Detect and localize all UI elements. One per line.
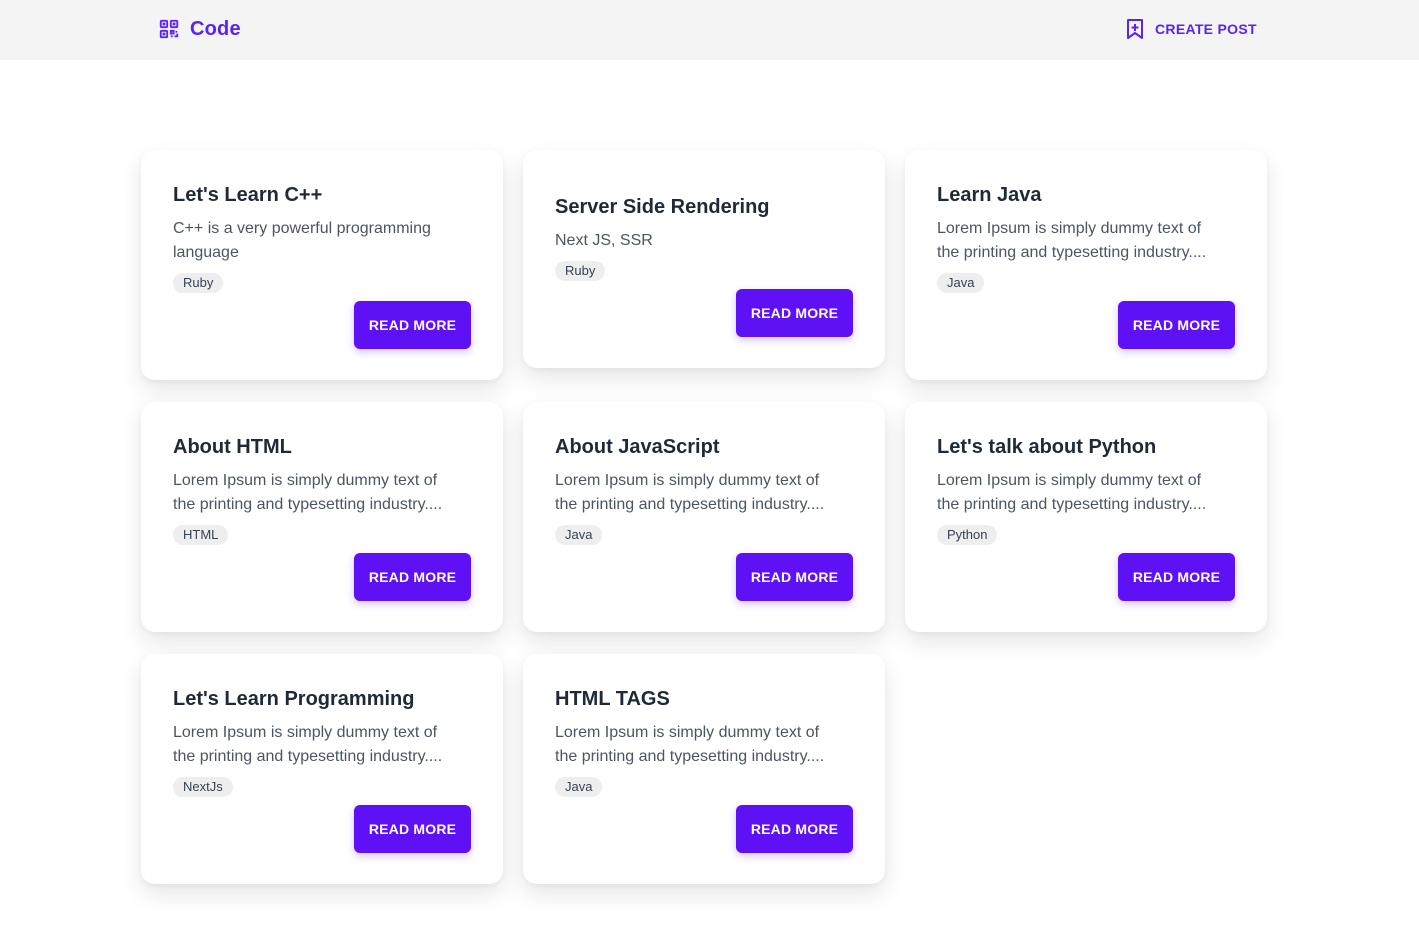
post-description-line: Lorem Ipsum is simply dummy text of <box>937 220 1202 237</box>
post-card: About HTML Lorem Ipsum is simply dummy t… <box>141 402 503 632</box>
post-description-line: the printing and typesetting industry...… <box>937 244 1207 261</box>
post-card: Let's Learn C++ C++ is a very powerful p… <box>141 150 503 380</box>
post-title: Let's talk about Python <box>937 436 1157 458</box>
post-grid: Let's Learn C++ C++ is a very powerful p… <box>0 0 1419 946</box>
post-description: Lorem Ipsum is simply dummy text of the … <box>173 721 473 769</box>
post-card: Server Side Rendering Next JS, SSR Ruby … <box>523 150 885 368</box>
post-description-line: Lorem Ipsum is simply dummy text of <box>555 472 820 489</box>
post-card: Learn Java Lorem Ipsum is simply dummy t… <box>905 150 1267 380</box>
post-tag: Ruby <box>173 273 224 293</box>
read-more-button[interactable]: READ MORE <box>736 805 853 853</box>
post-title: About HTML <box>173 436 292 458</box>
post-description-line: language <box>173 244 239 261</box>
post-title: Let's Learn Programming <box>173 688 415 710</box>
post-card: Let's Learn Programming Lorem Ipsum is s… <box>141 654 503 884</box>
post-description-line: Lorem Ipsum is simply dummy text of <box>937 472 1202 489</box>
post-description-line: the printing and typesetting industry...… <box>555 748 825 765</box>
post-tag: Python <box>937 525 998 545</box>
post-description-line: the printing and typesetting industry...… <box>555 496 825 513</box>
post-description: Lorem Ipsum is simply dummy text of the … <box>555 469 855 517</box>
post-description-line: Next JS, SSR <box>555 232 653 249</box>
post-tag: Java <box>937 273 985 293</box>
post-title: Server Side Rendering <box>555 196 770 218</box>
post-tag: HTML <box>173 525 229 545</box>
post-title: HTML TAGS <box>555 688 670 710</box>
read-more-button[interactable]: READ MORE <box>736 289 853 337</box>
post-tag: Java <box>555 777 603 797</box>
post-card: Let's talk about Python Lorem Ipsum is s… <box>905 402 1267 632</box>
read-more-button[interactable]: READ MORE <box>354 301 471 349</box>
post-description-line: the printing and typesetting industry...… <box>173 748 443 765</box>
post-description: Lorem Ipsum is simply dummy text of the … <box>555 721 855 769</box>
post-description-line: Lorem Ipsum is simply dummy text of <box>555 724 820 741</box>
read-more-button[interactable]: READ MORE <box>736 553 853 601</box>
post-description: C++ is a very powerful programming langu… <box>173 217 473 265</box>
post-description-line: the printing and typesetting industry...… <box>173 496 443 513</box>
post-title: Learn Java <box>937 184 1042 206</box>
post-title: Let's Learn C++ <box>173 184 323 206</box>
post-card: About JavaScript Lorem Ipsum is simply d… <box>523 402 885 632</box>
read-more-button[interactable]: READ MORE <box>354 553 471 601</box>
post-title: About JavaScript <box>555 436 720 458</box>
post-description: Lorem Ipsum is simply dummy text of the … <box>937 217 1237 265</box>
post-tag: Java <box>555 525 603 545</box>
post-description: Lorem Ipsum is simply dummy text of the … <box>173 469 473 517</box>
read-more-button[interactable]: READ MORE <box>354 805 471 853</box>
read-more-button[interactable]: READ MORE <box>1118 301 1235 349</box>
post-description-line: Lorem Ipsum is simply dummy text of <box>173 472 438 489</box>
post-description: Next JS, SSR <box>555 229 855 253</box>
read-more-button[interactable]: READ MORE <box>1118 553 1235 601</box>
post-description-line: Lorem Ipsum is simply dummy text of <box>173 724 438 741</box>
post-tag: NextJs <box>173 777 233 797</box>
post-description-line: the printing and typesetting industry...… <box>937 496 1207 513</box>
post-description: Lorem Ipsum is simply dummy text of the … <box>937 469 1237 517</box>
post-description-line: C++ is a very powerful programming <box>173 220 431 237</box>
post-card: HTML TAGS Lorem Ipsum is simply dummy te… <box>523 654 885 884</box>
post-tag: Ruby <box>555 261 606 281</box>
